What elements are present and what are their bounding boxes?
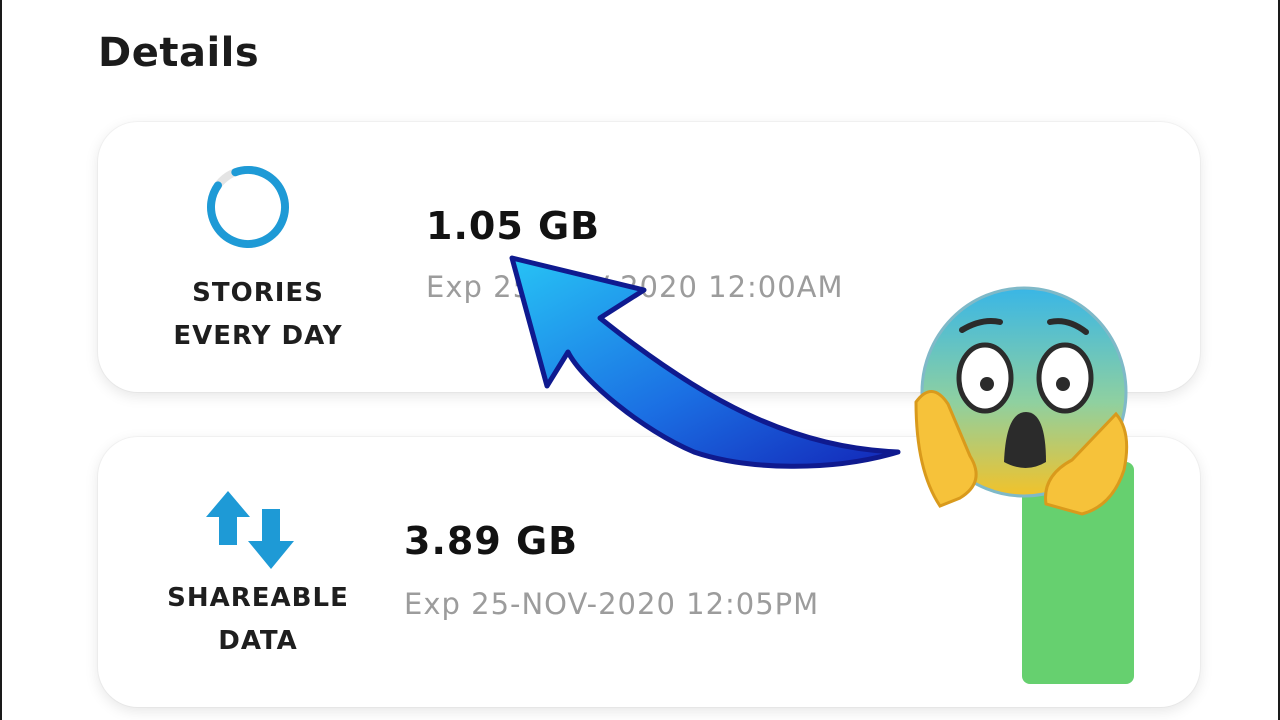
caption-line-1: SHAREABLE	[167, 583, 349, 613]
card-caption: STORIES EVERY DAY	[138, 272, 378, 358]
progress-ring-icon	[196, 162, 300, 252]
page-title: Details	[98, 30, 260, 76]
caption-line-2: EVERY DAY	[173, 321, 343, 351]
data-amount: 1.05 GB	[426, 204, 601, 248]
caption-line-1: STORIES	[192, 278, 324, 308]
app-screen: Details STORIES EVERY DAY 1.05 GB Exp 25…	[0, 0, 1280, 720]
data-transfer-arrows-icon	[206, 487, 296, 573]
expiry-date: Exp 25-NOV-2020 12:05PM	[404, 587, 820, 621]
stories-data-card[interactable]: STORIES EVERY DAY 1.05 GB Exp 25-NOV-202…	[98, 122, 1200, 392]
card-caption: SHAREABLE DATA	[138, 577, 378, 663]
expiry-date: Exp 25-NOV-2020 12:00AM	[426, 270, 844, 304]
caption-line-2: DATA	[218, 626, 298, 656]
green-highlight-bar	[1022, 462, 1134, 684]
data-amount: 3.89 GB	[404, 519, 579, 563]
